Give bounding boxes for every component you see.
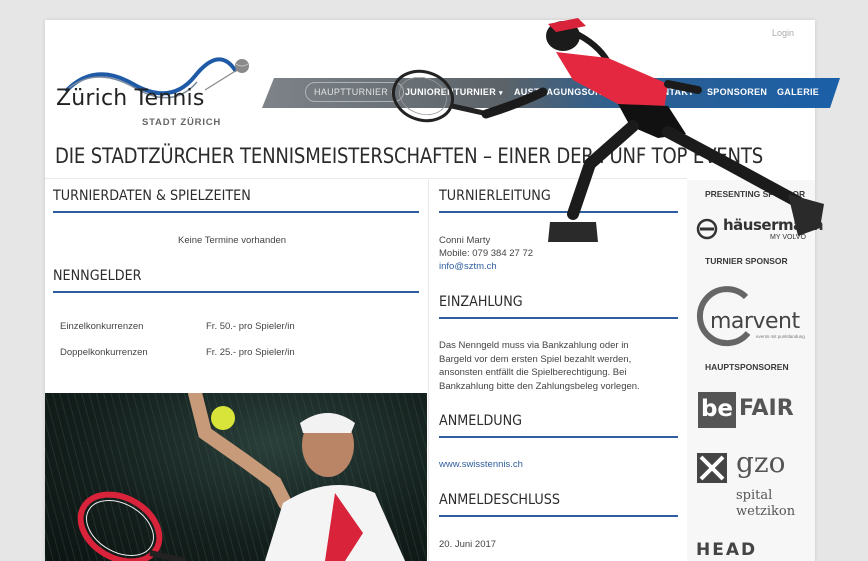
fee-value: Fr. 50.- pro Spieler/in xyxy=(206,321,295,332)
logo-title: Zürich Tennis xyxy=(56,86,205,111)
hauptsponsoren-label: HAUPTSPONSOREN xyxy=(705,362,789,372)
marvent-logo[interactable]: marvent events mit punktlandung xyxy=(696,285,810,347)
fee-label: Doppelkonkurrenzen xyxy=(60,347,148,358)
female-player-illustration xyxy=(392,18,824,242)
section-title-anmeldeschluss: ANMELDESCHLUSS xyxy=(439,492,560,508)
befair-logo-text: FAIR xyxy=(739,396,794,421)
befair-logo[interactable]: be FAIR xyxy=(698,392,806,428)
einzahlung-line: Bargeld vor dem ersten Spiel bezahlt wer… xyxy=(439,353,632,365)
section-underline xyxy=(53,211,419,213)
einzahlung-line: ansonsten entfällt die Spielberechtigung… xyxy=(439,367,627,378)
gzo-logo-line: spital xyxy=(736,488,773,503)
section-underline xyxy=(439,317,678,319)
gzo-cross-icon xyxy=(697,453,727,483)
marvent-logo-sub: events mit punktlandung xyxy=(756,334,805,339)
turnier-sponsor-label: TURNIER SPONSOR xyxy=(705,256,788,266)
section-title-anmeldung: ANMELDUNG xyxy=(439,413,523,429)
einzahlung-line: Das Nenngeld muss via Bankzahlung oder i… xyxy=(439,340,629,351)
section-title-turnierdaten: TURNIERDATEN & SPIELZEITEN xyxy=(53,188,251,204)
section-underline xyxy=(439,436,678,438)
anmeldung-link[interactable]: www.swisstennis.ch xyxy=(439,459,523,470)
logo-subtitle: STADT ZÜRICH xyxy=(142,117,222,128)
fee-value: Fr. 25.- pro Spieler/in xyxy=(206,347,295,358)
gzo-logo-line: gzo xyxy=(736,446,786,479)
gzo-logo[interactable]: gzo spital wetzikon xyxy=(696,446,808,524)
gzo-logo-line: wetzikon xyxy=(736,504,796,519)
contact-email-link[interactable]: info@sztm.ch xyxy=(439,261,497,272)
anmeldeschluss-date: 20. Juni 2017 xyxy=(439,539,497,550)
section-underline xyxy=(53,291,419,293)
fee-label: Einzelkonkurrenzen xyxy=(60,321,144,332)
section-underline xyxy=(439,515,678,517)
section-title-einzahlung: EINZAHLUNG xyxy=(439,294,523,310)
head-logo[interactable]: HEAD xyxy=(696,540,757,560)
einzahlung-text: Das Nenngeld muss via Bankzahlung oder i… xyxy=(439,339,640,393)
tennis-player-photo xyxy=(45,393,427,561)
no-dates-text: Keine Termine vorhanden xyxy=(178,235,287,246)
einzahlung-line: Bankzahlung bitte den Zahlungsbeleg vorl… xyxy=(439,380,640,392)
marvent-logo-text: marvent xyxy=(710,309,800,334)
befair-logo-prefix: be xyxy=(698,392,736,428)
section-title-nenngelder: NENNGELDER xyxy=(53,268,142,284)
